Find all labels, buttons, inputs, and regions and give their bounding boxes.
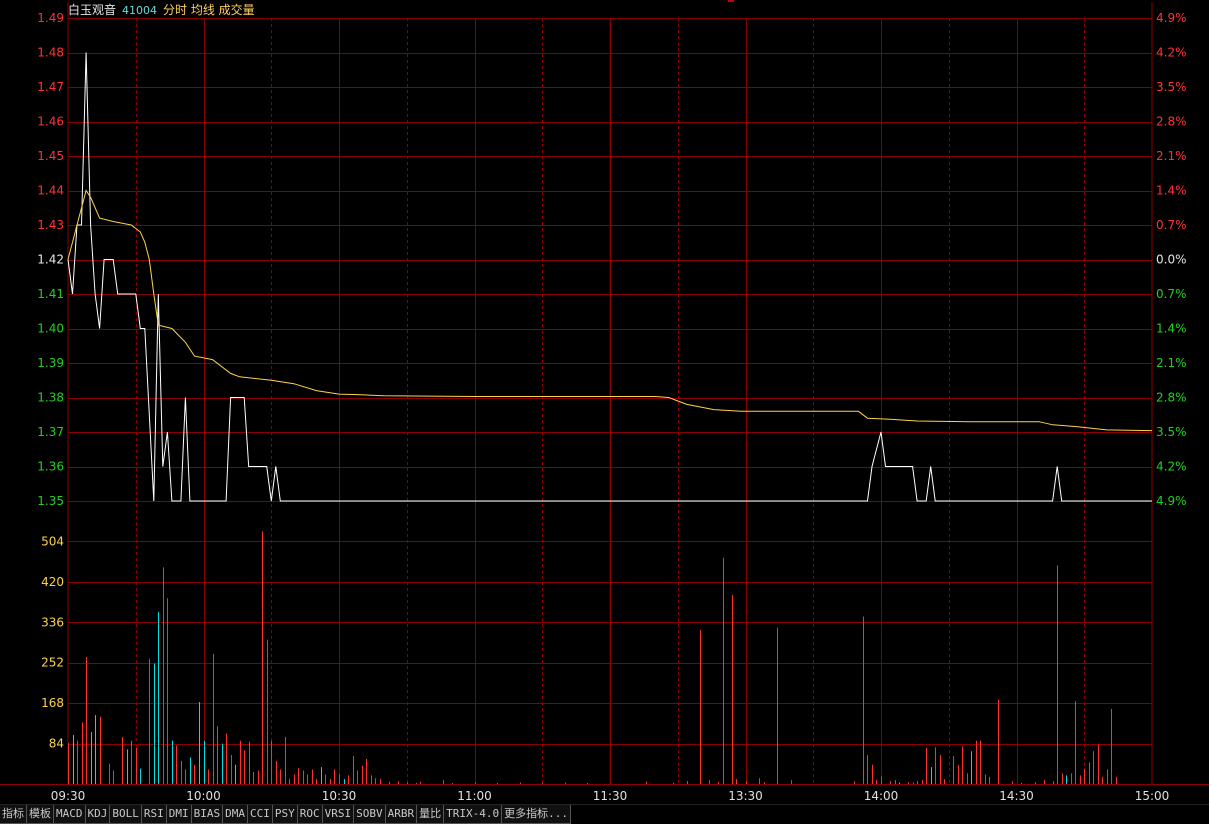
indicator-tab[interactable]: SOBV: [353, 805, 386, 824]
indicator-tab[interactable]: 更多指标...: [501, 805, 571, 824]
percent-axis-label: 2.8%: [1156, 391, 1187, 405]
price-axis-label: 1.43: [37, 218, 64, 232]
percent-axis-label: 2.1%: [1156, 356, 1187, 370]
indicator-tab[interactable]: RSI: [140, 805, 167, 824]
price-axis-label: 1.45: [37, 149, 64, 163]
time-axis-label: 10:00: [186, 789, 221, 803]
indicator-tab[interactable]: CCI: [247, 805, 273, 824]
time-axis-label: 13:30: [728, 789, 763, 803]
indicator-tab[interactable]: DMA: [222, 805, 248, 824]
time-axis-label: 10:30: [322, 789, 357, 803]
percent-axis-label: 3.5%: [1156, 80, 1187, 94]
chart-header: 白玉观音 41004 分时 均线 成交量: [68, 2, 255, 19]
indicator-tab[interactable]: BIAS: [190, 805, 224, 824]
price-axis-label: 1.44: [37, 184, 64, 198]
price-axis-label: 1.37: [37, 425, 64, 439]
indicator-tab-bar: 指标 模板 MACD KDJ BOLL RSI DMI BIAS DMA CCI PSY ROC VRS…: [0, 804, 1209, 824]
percent-axis-label: 4.9%: [1156, 11, 1187, 25]
axis-labels: 1.49 1.48 1.47 1.46 1.45 1.44 1.43 1.42 1.41 1.40…: [37, 11, 1186, 803]
intraday-chart[interactable]: 1.49 1.48 1.47 1.46 1.45 1.44 1.43 1.42 1.41 1.40…: [0, 0, 1209, 804]
volume-axis-label: 504: [41, 534, 64, 548]
indicator-tab[interactable]: VRSI: [321, 805, 355, 824]
price-axis-label: 1.49: [37, 11, 64, 25]
percent-axis-label: 4.9%: [1156, 494, 1187, 508]
title-bar-marker: [728, 0, 734, 2]
indicator-tab[interactable]: KDJ: [84, 805, 111, 824]
stock-code: 41004: [122, 4, 158, 17]
indicator-tab[interactable]: ROC: [296, 805, 323, 824]
volume-bars: [68, 531, 1117, 784]
indicator-tab[interactable]: 指标: [0, 805, 27, 824]
view-labels: 分时 均线 成交量: [163, 3, 255, 17]
indicator-tab[interactable]: DMI: [165, 805, 192, 824]
time-axis-label: 09:30: [51, 789, 86, 803]
indicator-tab[interactable]: 量比: [416, 805, 445, 824]
price-axis-label: 1.41: [37, 287, 64, 301]
indicator-tab[interactable]: ARBR: [384, 805, 418, 824]
indicator-tab[interactable]: MACD: [53, 805, 86, 824]
time-axis-label: 15:00: [1135, 789, 1170, 803]
chart-grid: [0, 2, 1209, 785]
volume-axis-label: 336: [41, 615, 64, 629]
time-axis-label: 14:00: [864, 789, 899, 803]
indicator-tab[interactable]: PSY: [271, 805, 298, 824]
stock-name: 白玉观音: [68, 3, 117, 17]
indicator-tab[interactable]: 模板: [26, 805, 54, 824]
percent-axis-label: 1.4%: [1156, 322, 1187, 336]
percent-axis-label: 2.8%: [1156, 115, 1187, 129]
price-axis-label: 1.48: [37, 46, 64, 60]
percent-axis-label: 0.7%: [1156, 287, 1187, 301]
indicator-tab[interactable]: BOLL: [109, 805, 142, 824]
time-axis-label: 11:00: [457, 789, 492, 803]
volume-axis-label: 252: [41, 656, 64, 670]
volume-axis-label: 420: [41, 575, 64, 589]
percent-axis-label: 3.5%: [1156, 425, 1187, 439]
time-axis-label: 14:30: [999, 789, 1034, 803]
price-axis-label: 1.39: [37, 356, 64, 370]
price-axis-label: 1.46: [37, 115, 64, 129]
price-axis-label: 1.35: [37, 494, 64, 508]
percent-axis-label: 4.2%: [1156, 46, 1187, 60]
percent-axis-label: 4.2%: [1156, 460, 1187, 474]
percent-axis-label: 0.0%: [1156, 253, 1187, 267]
price-axis-label: 1.47: [37, 80, 64, 94]
volume-axis-label: 84: [49, 737, 64, 751]
percent-axis-label: 0.7%: [1156, 218, 1187, 232]
price-axis-label: 1.38: [37, 391, 64, 405]
volume-axis-label: 168: [41, 696, 64, 710]
percent-axis-label: 2.1%: [1156, 149, 1187, 163]
percent-axis-label: 1.4%: [1156, 184, 1187, 198]
price-axis-label: 1.40: [37, 322, 64, 336]
price-axis-label: 1.42: [37, 253, 64, 267]
indicator-tab[interactable]: TRIX-4.0: [443, 805, 503, 824]
price-axis-label: 1.36: [37, 460, 64, 474]
time-axis-label: 11:30: [593, 789, 628, 803]
